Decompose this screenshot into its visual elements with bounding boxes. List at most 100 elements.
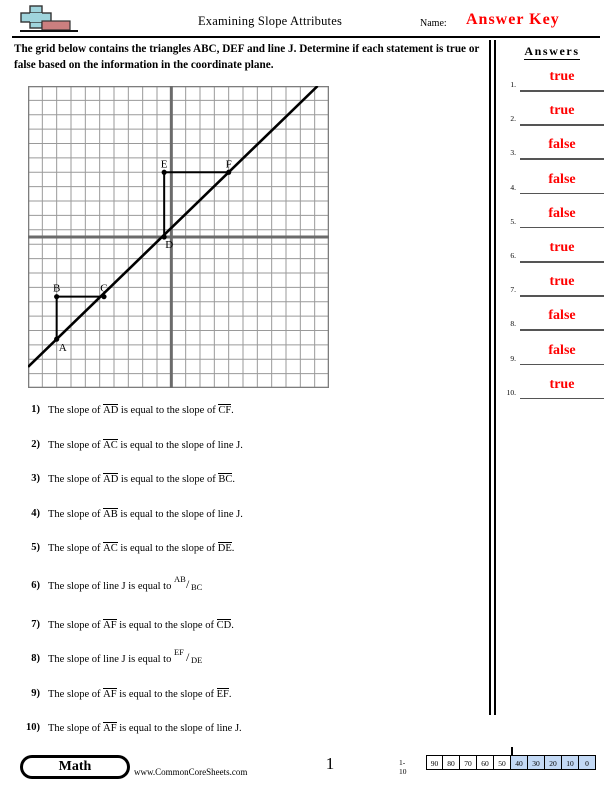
answer-row: 7. true — [500, 271, 608, 305]
answers-divider-outer — [489, 40, 491, 715]
segment-notation: AF — [103, 619, 117, 631]
answer-row-line — [520, 158, 604, 160]
question-text-run: . — [232, 474, 235, 485]
question-number: 7) — [31, 619, 40, 630]
question-text-run: The slope of — [48, 620, 104, 631]
answer-row-value: true — [549, 240, 575, 255]
answer-row-number: 5. — [510, 216, 516, 226]
fraction-denominator: DE — [190, 654, 203, 665]
answer-row: 9. false — [500, 340, 608, 374]
instructions-text: The grid below contains the triangles AB… — [14, 43, 480, 71]
answers-heading-text: Answers — [524, 44, 580, 60]
answer-row-number: 9. — [510, 353, 516, 363]
answer-row-value: false — [548, 171, 576, 187]
question-item: 1) The slope of AD is equal to the slope … — [18, 404, 318, 438]
question-text-run: The slope of — [48, 723, 104, 734]
question-item: 3) The slope of AD is equal to the slope … — [18, 473, 318, 507]
page-title: Examining Slope Attributes — [197, 14, 343, 28]
question-text-run: is equal to the slope of — [118, 405, 219, 416]
answer-row: 4. false — [500, 169, 608, 203]
point-label-D: D — [165, 239, 173, 251]
question-number: 3) — [31, 473, 40, 484]
answer-row-value: true — [549, 274, 575, 290]
answer-row-value: true — [549, 69, 575, 84]
answer-row-number: 4. — [510, 182, 516, 192]
plus-block-logo-icon — [18, 4, 90, 36]
score-scale-box: 40 — [511, 755, 528, 770]
question-number: 8) — [31, 653, 40, 664]
question-text: The slope of AF is equal to the slope of… — [48, 619, 234, 633]
answer-row-value: false — [548, 137, 576, 153]
score-scale-box: 20 — [545, 755, 562, 770]
question-number: 5) — [31, 542, 40, 553]
score-scale-range-label: 1-10 — [399, 758, 407, 776]
question-number: 2) — [31, 439, 40, 450]
question-item: 7) The slope of AF is equal to the slope … — [18, 619, 318, 653]
point-B — [54, 294, 60, 300]
name-label: Name: — [420, 18, 447, 29]
answer-row-number: 1. — [510, 80, 516, 89]
answer-row-value: true — [549, 103, 575, 119]
answer-row-line — [520, 90, 604, 92]
answer-row-value: false — [548, 308, 576, 324]
segment-notation: AF — [103, 722, 117, 734]
segment-notation: AD — [103, 404, 119, 416]
answer-row-number: 6. — [510, 251, 516, 260]
question-item: 6) The slope of line J is equal to AB / BC — [18, 574, 318, 614]
question-text-run: The slope of — [48, 440, 104, 451]
answer-row-number: 10. — [506, 387, 516, 397]
answer-row: 8. false — [500, 305, 608, 339]
segment-notation: CD — [216, 619, 232, 631]
answer-row: 2. true — [500, 100, 608, 134]
fraction-slash: / — [185, 576, 190, 591]
segment-notation: AF — [103, 688, 117, 700]
segment-notation: AD — [103, 473, 119, 485]
question-text: The slope of line J is equal to EF / DE — [48, 647, 208, 667]
segment-notation: AC — [103, 542, 118, 554]
subject-badge-label: Math — [23, 758, 127, 776]
question-text-run: The slope of line J is equal to — [48, 581, 174, 592]
answer-row-number: 3. — [510, 148, 516, 158]
questions-list: 1) The slope of AD is equal to the slope … — [18, 404, 318, 754]
answer-row-line — [520, 124, 604, 126]
question-text: The slope of AD is equal to the slope of… — [48, 473, 235, 487]
segment-notation: AB — [103, 508, 118, 520]
answer-row-number: 2. — [510, 114, 516, 124]
question-text-run: . — [231, 543, 235, 554]
answer-row: 6. true — [500, 237, 608, 271]
question-text: The slope of AF is equal to the slope of… — [48, 722, 242, 736]
point-E — [161, 169, 167, 175]
score-scale-box: 80 — [443, 755, 460, 770]
point-label-F: F — [226, 158, 232, 170]
question-number: 4) — [31, 508, 40, 519]
question-text-run: . — [231, 620, 234, 631]
question-item: 8) The slope of line J is equal to EF / DE — [18, 647, 318, 687]
page-number: 1 — [325, 754, 335, 773]
point-label-E: E — [161, 158, 168, 170]
segment-notation: CF — [218, 404, 232, 416]
question-number: 6) — [31, 580, 40, 591]
fraction-denominator: BC — [190, 581, 203, 592]
score-scale-box: 90 — [426, 755, 443, 770]
question-text: The slope of AF is equal to the slope of… — [48, 688, 231, 702]
question-text-run: The slope of — [48, 689, 104, 700]
answer-row-value: true — [549, 376, 575, 392]
segment-notation: BC — [218, 473, 233, 485]
score-scale-box: 0 — [579, 755, 596, 770]
question-number: 1) — [31, 404, 40, 415]
fraction-numerator: AB — [173, 573, 186, 584]
coordinate-plane-graph: JABCDEF — [28, 86, 329, 388]
question-text-run: is equal to the slope of line J. — [117, 440, 243, 451]
score-scale-box: 10 — [562, 755, 579, 770]
answer-row-line — [520, 329, 604, 331]
question-text-run: is equal to the slope of line J. — [116, 723, 242, 734]
score-scale-tick — [511, 747, 513, 755]
question-item: 2) The slope of AC is equal to the slope … — [18, 439, 318, 473]
question-text-run: is equal to the slope of — [116, 620, 217, 631]
fraction-slash: / — [185, 649, 190, 664]
answers-divider-inner — [494, 40, 496, 715]
answer-row: 1. true — [500, 66, 608, 100]
question-text: The slope of AC is equal to the slope of… — [48, 542, 234, 556]
question-text-run: is equal to the slope of — [118, 474, 219, 485]
point-label-B: B — [53, 283, 60, 295]
